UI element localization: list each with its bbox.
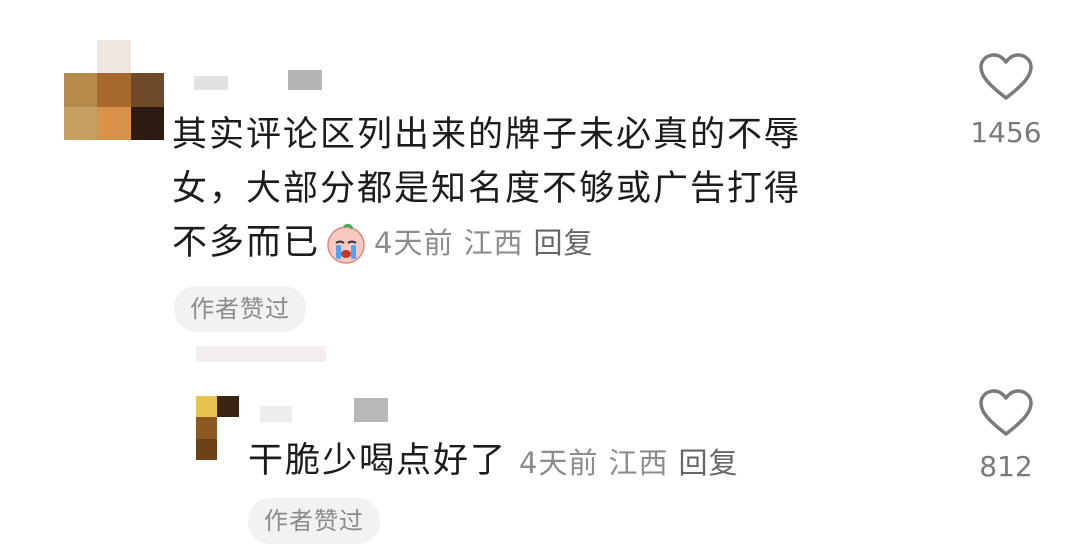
divider [196,346,326,362]
comment-time: 4天前 [519,446,599,480]
reply-button[interactable]: 回复 [533,216,593,270]
comment-location: 江西 [463,226,524,260]
comment-line: 其实评论区列出来的牌子未必真的不辱 [172,115,802,155]
like-count: 812 [979,450,1033,483]
username[interactable] [260,398,388,422]
crying-face-icon [327,223,365,264]
comment-location: 江西 [608,446,669,480]
comment-line: 女，大部分都是知名度不够或广告打得 [172,169,802,209]
comment-time: 4天前 [374,226,454,260]
author-liked-badge: 作者赞过 [248,498,380,544]
comment-line: 不多而已 [172,223,321,263]
heart-outline-icon[interactable] [978,388,1034,438]
comment-text: 其实评论区列出来的牌子未必真的不辱 女，大部分都是知名度不够或广告打得 不多而已… [172,108,932,270]
reply-button[interactable]: 回复 [678,440,738,482]
comment-line: 干脆少喝点好了 [248,441,508,481]
reply-comment-text: 干脆少喝点好了 4天前 江西 回复 [248,434,739,488]
author-liked-badge: 作者赞过 [174,286,306,332]
avatar[interactable] [64,40,164,140]
username[interactable] [194,70,322,90]
comment-last-line: 不多而已 4天前 江西 回复 [172,216,932,270]
heart-outline-icon[interactable] [978,52,1034,102]
like-count: 1456 [970,116,1042,149]
